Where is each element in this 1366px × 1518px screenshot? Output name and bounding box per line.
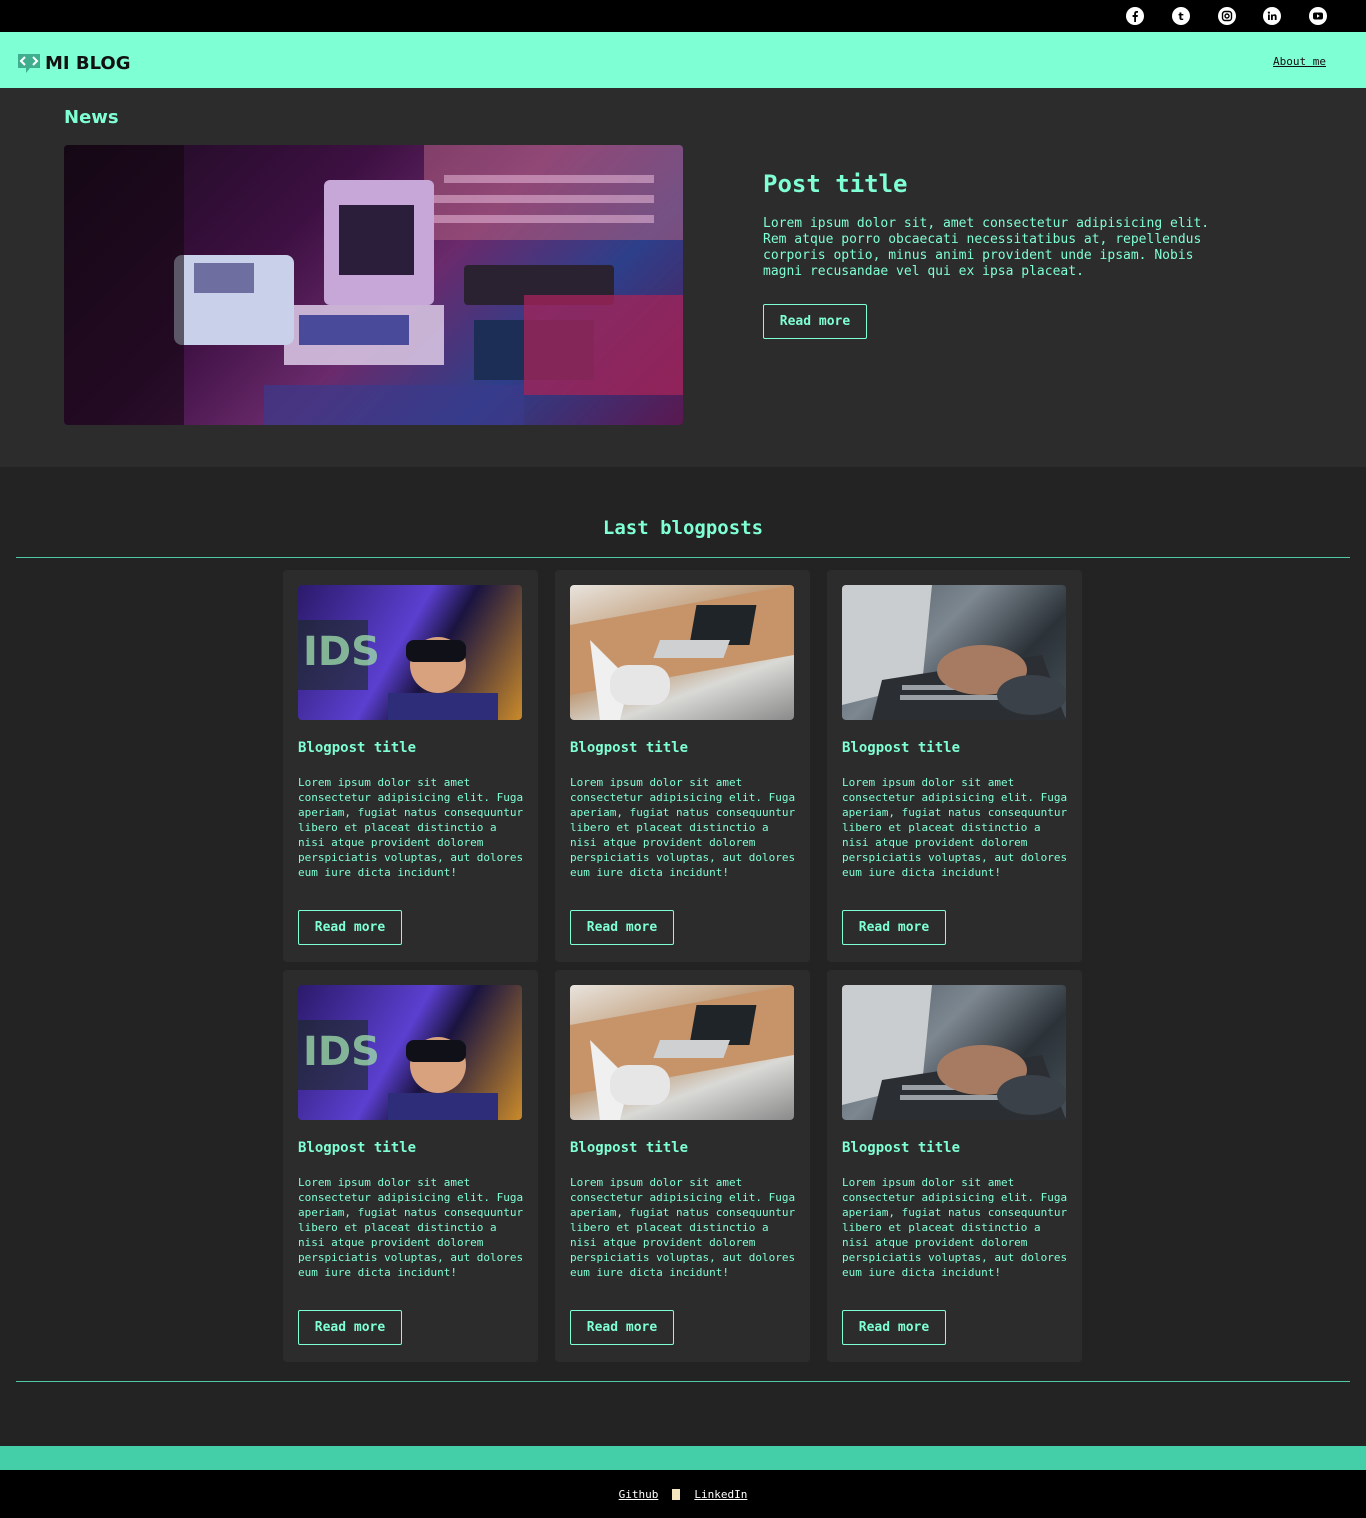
- divider: [16, 557, 1350, 558]
- logo-text: MI BLOG: [45, 52, 131, 74]
- read-more-button[interactable]: Read more: [298, 910, 402, 945]
- linkedin-link[interactable]: LinkedIn: [694, 1488, 747, 1501]
- tumblr-icon[interactable]: t: [1172, 7, 1190, 25]
- blogpost-excerpt: Lorem ipsum dolor sit amet consectetur a…: [570, 776, 796, 879]
- site-footer: Github LinkedIn: [0, 1470, 1366, 1518]
- blogpost-excerpt: Lorem ipsum dolor sit amet consectetur a…: [842, 776, 1068, 879]
- linkedin-icon[interactable]: [1263, 7, 1281, 25]
- blogpost-image: IDS: [298, 585, 522, 720]
- footer-links: Github LinkedIn: [0, 1488, 1366, 1501]
- instagram-icon[interactable]: [1218, 7, 1236, 25]
- blogpost-excerpt: Lorem ipsum dolor sit amet consectetur a…: [842, 1176, 1068, 1279]
- blogpost-title: Blogpost title: [842, 1140, 961, 1156]
- read-more-button[interactable]: Read more: [763, 304, 867, 339]
- social-bar: t: [0, 0, 1366, 32]
- blogpost-image: [842, 585, 1066, 720]
- read-more-button[interactable]: Read more: [570, 910, 674, 945]
- read-more-button[interactable]: Read more: [842, 1310, 946, 1345]
- code-bubble-icon: [18, 54, 40, 73]
- site-header: MI BLOG About me: [0, 32, 1366, 88]
- youtube-icon[interactable]: [1309, 7, 1327, 25]
- blogpost-image: [570, 585, 794, 720]
- news-section: News Post title Lorem ipsum dolor sit, a…: [0, 88, 1366, 467]
- blogpost-card: Blogpost title Lorem ipsum dolor sit ame…: [827, 570, 1082, 962]
- blogpost-image: [570, 985, 794, 1120]
- blogpost-title: Blogpost title: [570, 740, 689, 756]
- blogpost-card: Blogpost title Lorem ipsum dolor sit ame…: [555, 570, 810, 962]
- blogpost-image: IDS: [298, 985, 522, 1120]
- site-logo[interactable]: MI BLOG: [16, 51, 131, 75]
- news-heading: News: [64, 107, 119, 128]
- blogpost-title: Blogpost title: [570, 1140, 689, 1156]
- read-more-button[interactable]: Read more: [298, 1310, 402, 1345]
- footer-band: [0, 1446, 1366, 1470]
- github-link[interactable]: Github: [619, 1488, 659, 1501]
- featured-post-image: [64, 145, 683, 425]
- svg-text:IDS: IDS: [303, 1029, 380, 1075]
- blogpost-excerpt: Lorem ipsum dolor sit amet consectetur a…: [298, 1176, 524, 1279]
- separator-icon: [672, 1489, 681, 1500]
- about-me-link[interactable]: About me: [1273, 55, 1326, 68]
- blogpost-title: Blogpost title: [842, 740, 961, 756]
- blog-heading: Last blogposts: [602, 517, 764, 539]
- blogpost-card: Blogpost title Lorem ipsum dolor sit ame…: [555, 970, 810, 1362]
- blogpost-title: Blogpost title: [298, 740, 417, 756]
- divider: [16, 1381, 1350, 1382]
- blogpost-card: IDS Blogpost title Lorem ipsum dolor sit…: [283, 570, 538, 962]
- blogpost-excerpt: Lorem ipsum dolor sit amet consectetur a…: [298, 776, 524, 879]
- read-more-button[interactable]: Read more: [842, 910, 946, 945]
- blogpost-excerpt: Lorem ipsum dolor sit amet consectetur a…: [570, 1176, 796, 1279]
- blogpost-card: Blogpost title Lorem ipsum dolor sit ame…: [827, 970, 1082, 1362]
- blogpost-card: IDS Blogpost title Lorem ipsum dolor sit…: [283, 970, 538, 1362]
- post-title: Post title: [763, 170, 908, 198]
- blogpost-title: Blogpost title: [298, 1140, 417, 1156]
- post-excerpt: Lorem ipsum dolor sit, amet consectetur …: [763, 216, 1210, 279]
- facebook-icon[interactable]: [1126, 7, 1144, 25]
- blogpost-image: [842, 985, 1066, 1120]
- read-more-button[interactable]: Read more: [570, 1310, 674, 1345]
- svg-text:IDS: IDS: [303, 629, 380, 675]
